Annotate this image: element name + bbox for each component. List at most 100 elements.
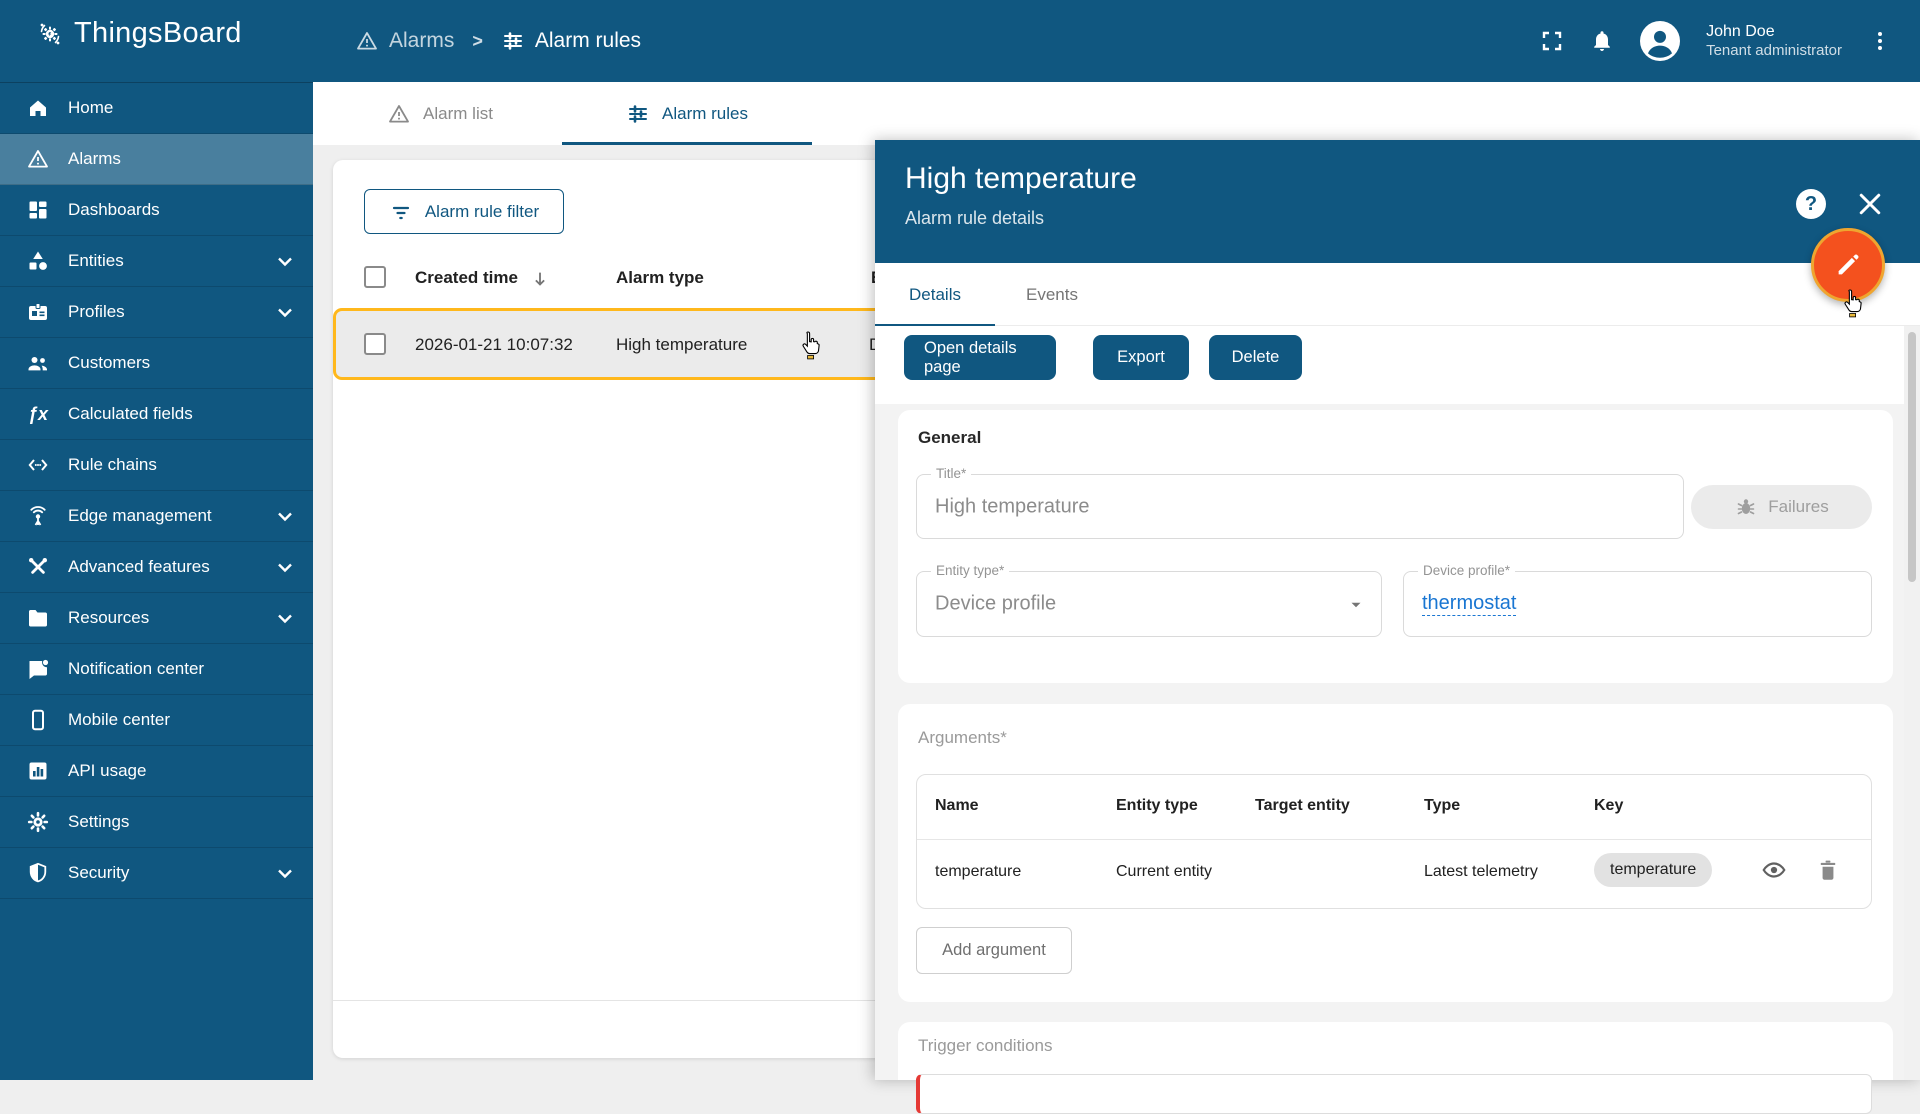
args-col-target-entity: Target entity — [1255, 797, 1350, 814]
failures-label: Failures — [1768, 497, 1829, 516]
user-name: John Doe — [1706, 22, 1775, 40]
panel-actions-row: Open details page Export Delete — [875, 326, 1920, 404]
arguments-section: Arguments* Name Entity type Target entit… — [898, 704, 1893, 1002]
sidebar-item-entities[interactable]: Entities — [0, 236, 313, 287]
tab-alarm-list[interactable]: Alarm list — [360, 82, 520, 145]
select-all-checkbox[interactable] — [364, 266, 386, 288]
chevron-down-icon — [278, 512, 292, 522]
device-profile-link[interactable]: thermostat — [1422, 592, 1517, 616]
sidebar-item-advanced-features[interactable]: Advanced features — [0, 542, 313, 593]
fx-icon: ƒx — [27, 403, 49, 424]
general-section: General Title* High temperature Failures… — [898, 410, 1893, 683]
export-button[interactable]: Export — [1093, 335, 1189, 380]
chevron-down-icon — [278, 563, 292, 573]
filter-button-label: Alarm rule filter — [424, 201, 540, 221]
sidebar-item-home[interactable]: Home — [0, 83, 313, 134]
trigger-condition-card — [916, 1074, 1872, 1114]
sidebar: Home Alarms Dashboards Entities Profiles… — [0, 82, 313, 1080]
tab-alarm-list-label: Alarm list — [423, 103, 493, 123]
gear-icon — [27, 811, 49, 833]
panel-subtitle: Alarm rule details — [905, 208, 1045, 228]
kebab-menu-icon[interactable] — [1868, 29, 1892, 53]
person-icon — [1648, 30, 1673, 58]
general-heading: General — [918, 428, 982, 447]
arg-type: Latest telemetry — [1424, 863, 1538, 880]
shield-icon — [29, 862, 47, 883]
add-argument-button[interactable]: Add argument — [916, 927, 1072, 974]
tab-alarm-rules-label: Alarm rules — [662, 103, 748, 123]
args-col-key: Key — [1594, 797, 1624, 814]
tab-alarm-rules[interactable]: Alarm rules — [562, 82, 812, 145]
entities-shapes-icon — [29, 251, 47, 270]
title-field-label: Title* — [931, 466, 972, 481]
title-field-value: High temperature — [935, 495, 1090, 517]
breadcrumb-alarm-rules: Alarm rules — [534, 29, 642, 52]
entity-type-value: Device profile — [935, 592, 1057, 615]
help-icon[interactable]: ? — [1796, 189, 1826, 219]
sidebar-item-dashboards[interactable]: Dashboards — [0, 185, 313, 236]
sidebar-item-mobile-center[interactable]: Mobile center — [0, 695, 313, 746]
user-role: Tenant administrator — [1706, 41, 1842, 59]
user-info[interactable]: John Doe Tenant administrator — [1706, 22, 1842, 61]
notifications-bell-icon[interactable] — [1590, 29, 1614, 53]
sidebar-item-api-usage[interactable]: API usage — [0, 746, 313, 797]
chevron-down-icon — [278, 308, 292, 318]
people-icon — [28, 357, 47, 371]
row-checkbox[interactable] — [364, 333, 386, 355]
edit-fab-button[interactable] — [1811, 228, 1885, 302]
entity-type-select[interactable]: Entity type* Device profile — [916, 563, 1382, 637]
panel-tab-bar: Details Events — [875, 263, 1920, 327]
title-field[interactable]: Title* High temperature — [916, 466, 1684, 539]
folder-icon — [29, 610, 47, 627]
sidebar-item-security[interactable]: Security — [0, 848, 313, 899]
close-icon[interactable] — [1855, 189, 1885, 219]
panel-scrollbar-thumb[interactable] — [1908, 332, 1916, 582]
panel-tab-events[interactable]: Events — [1007, 263, 1097, 326]
delete-trash-icon[interactable] — [1815, 857, 1841, 883]
sidebar-item-rule-chains[interactable]: Rule chains — [0, 440, 313, 491]
col-alarm-type[interactable]: Alarm type — [616, 268, 704, 288]
sidebar-item-calculated-fields[interactable]: ƒx Calculated fields — [0, 389, 313, 440]
tools-icon — [29, 558, 47, 574]
bug-icon — [1737, 499, 1755, 515]
dashboard-icon — [29, 201, 47, 219]
user-avatar[interactable] — [1640, 21, 1681, 61]
device-profile-label: Device profile* — [1418, 563, 1516, 578]
arg-entity-type: Current entity — [1116, 863, 1213, 880]
arguments-table: Name Entity type Target entity Type Key … — [916, 774, 1872, 909]
failures-button[interactable]: Failures — [1691, 485, 1872, 529]
bar-chart-icon — [29, 762, 47, 780]
breadcrumb-alarms[interactable]: Alarms — [389, 29, 454, 53]
home-icon — [30, 100, 46, 116]
trigger-conditions-section: Trigger conditions — [898, 1022, 1893, 1114]
top-header: ThingsBoard Alarms > Alarm rules John Do… — [0, 0, 1920, 82]
device-profile-field[interactable]: Device profile* thermostat — [1403, 563, 1872, 637]
sidebar-item-notification-center[interactable]: Notification center — [0, 644, 313, 695]
delete-button[interactable]: Delete — [1209, 335, 1302, 380]
fullscreen-icon[interactable] — [1540, 29, 1564, 53]
open-details-page-button[interactable]: Open details page — [904, 335, 1056, 380]
panel-tab-details[interactable]: Details — [875, 263, 995, 327]
app-logo[interactable]: ThingsBoard — [38, 17, 242, 50]
sidebar-item-profiles[interactable]: Profiles — [0, 287, 313, 338]
active-tab-underline — [562, 142, 812, 145]
sidebar-item-customers[interactable]: Customers — [0, 338, 313, 389]
col-created-time[interactable]: Created time — [415, 268, 518, 288]
sidebar-item-settings[interactable]: Settings — [0, 797, 313, 848]
row-created-time: 2026-01-21 10:07:32 — [415, 335, 573, 354]
pencil-icon — [1838, 254, 1859, 275]
message-icon — [29, 659, 49, 679]
panel-scrollbar-track[interactable] — [1904, 326, 1920, 1080]
sidebar-item-edge-management[interactable]: Edge management — [0, 491, 313, 542]
sidebar-item-alarms[interactable]: Alarms — [0, 134, 313, 185]
sort-desc-icon[interactable] — [529, 268, 551, 290]
sidebar-item-resources[interactable]: Resources — [0, 593, 313, 644]
view-eye-icon[interactable] — [1761, 857, 1787, 883]
breadcrumb: Alarms > Alarm rules — [355, 0, 641, 82]
chevron-down-icon — [278, 257, 292, 267]
breadcrumb-separator: > — [472, 30, 483, 51]
chevron-down-icon — [278, 869, 292, 879]
alarm-rule-filter-button[interactable]: Alarm rule filter — [364, 189, 564, 234]
args-col-name: Name — [935, 797, 979, 814]
table-divider — [917, 839, 1871, 840]
